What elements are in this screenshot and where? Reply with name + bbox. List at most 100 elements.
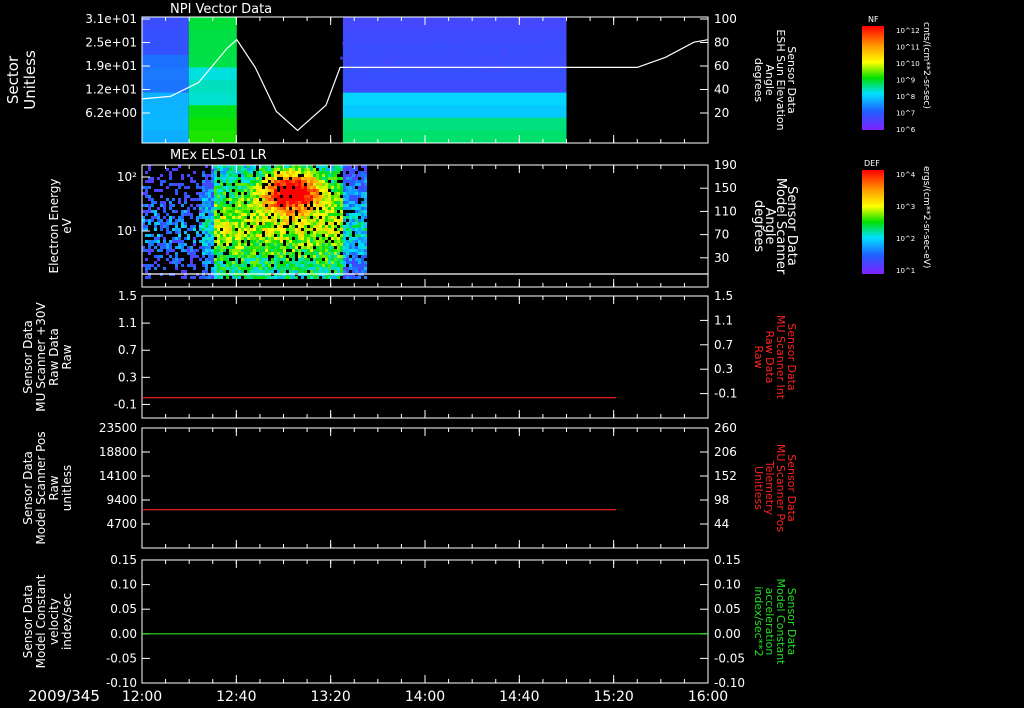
heatmap-cell — [340, 204, 343, 207]
heatmap-cell — [178, 237, 181, 240]
heatmap-cell — [226, 258, 229, 261]
heatmap-cell — [295, 231, 298, 234]
heatmap-cell — [208, 240, 211, 243]
heatmap-cell — [235, 249, 238, 252]
heatmap-cell — [319, 219, 322, 222]
heatmap-cell — [259, 249, 262, 252]
heatmap-cell — [241, 261, 244, 264]
heatmap-cell — [316, 270, 319, 273]
heatmap-cell — [265, 246, 268, 249]
heatmap-cell — [220, 255, 223, 258]
heatmap-cell — [259, 237, 262, 240]
heatmap-cell — [205, 237, 208, 240]
heatmap-cell — [355, 258, 358, 261]
heatmap-cell — [298, 177, 301, 180]
heatmap-cell — [316, 243, 319, 246]
heatmap-cell — [220, 231, 223, 234]
heatmap-cell — [181, 258, 184, 261]
heatmap-cell — [283, 213, 286, 216]
heatmap-cell — [265, 225, 268, 228]
heatmap-cell — [286, 261, 289, 264]
heatmap-cell — [331, 195, 334, 198]
heatmap-cell — [271, 216, 274, 219]
heatmap-cell — [277, 228, 280, 231]
heatmap-cell — [301, 264, 304, 267]
heatmap-cell — [322, 243, 325, 246]
heatmap-cell — [349, 195, 352, 198]
heatmap-cell — [250, 204, 253, 207]
heatmap-cell — [151, 240, 154, 243]
heatmap-cell — [337, 168, 340, 171]
heatmap-cell — [295, 243, 298, 246]
heatmap-cell — [259, 210, 262, 213]
heatmap-cell — [304, 258, 307, 261]
heatmap-cell — [166, 246, 169, 249]
heatmap-cell — [340, 186, 343, 189]
heatmap-cell — [343, 249, 346, 252]
heatmap-cell — [331, 225, 334, 228]
heatmap-cell — [328, 246, 331, 249]
heatmap-cell — [358, 261, 361, 264]
heatmap-cell — [352, 198, 355, 201]
heatmap-cell — [247, 237, 250, 240]
heatmap-speck — [437, 43, 440, 47]
heatmap-cell — [325, 270, 328, 273]
heatmap-cell — [154, 225, 157, 228]
heatmap-cell — [307, 210, 310, 213]
heatmap-cell — [268, 195, 271, 198]
time-tick-label: 15:20 — [593, 689, 633, 705]
heatmap-cell — [280, 180, 283, 183]
heatmap-cell — [337, 183, 340, 186]
heatmap-cell — [217, 207, 220, 210]
heatmap-cell — [355, 246, 358, 249]
heatmap-cell — [184, 243, 187, 246]
heatmap-cell — [307, 213, 310, 216]
heatmap-cell — [211, 237, 214, 240]
heatmap-cell — [334, 267, 337, 270]
heatmap-cell — [184, 210, 187, 213]
heatmap-cell — [226, 261, 229, 264]
heatmap-cell — [340, 249, 343, 252]
heatmap-cell — [352, 243, 355, 246]
heatmap-cell — [286, 183, 289, 186]
heatmap-cell — [238, 231, 241, 234]
heatmap-cell — [190, 276, 193, 279]
heatmap-cell — [352, 261, 355, 264]
heatmap-cell — [241, 204, 244, 207]
heatmap-cell — [301, 168, 304, 171]
heatmap-cell — [280, 174, 283, 177]
heatmap-cell — [355, 198, 358, 201]
heatmap-cell — [346, 195, 349, 198]
heatmap-cell — [217, 204, 220, 207]
heatmap-cell — [313, 234, 316, 237]
heatmap-cell — [295, 177, 298, 180]
heatmap-cell — [301, 189, 304, 192]
panel-4: 235001880014100940047002602061529844Sens… — [21, 421, 798, 549]
heatmap-cell — [199, 210, 202, 213]
panel-frame — [141, 295, 709, 419]
heatmap-cell — [337, 243, 340, 246]
heatmap-cell — [205, 258, 208, 261]
heatmap-cell — [319, 228, 322, 231]
heatmap-cell — [220, 171, 223, 174]
heatmap-cell — [208, 276, 211, 279]
heatmap-cell — [340, 219, 343, 222]
heatmap-cell — [340, 240, 343, 243]
heatmap-cell — [342, 67, 567, 81]
heatmap-cell — [247, 195, 250, 198]
heatmap-cell — [280, 270, 283, 273]
heatmap-cell — [322, 270, 325, 273]
heatmap-cell — [331, 180, 334, 183]
heatmap-cell — [187, 186, 190, 189]
heatmap-cell — [226, 210, 229, 213]
heatmap-cell — [211, 219, 214, 222]
heatmap-cell — [232, 219, 235, 222]
heatmap-cell — [289, 186, 292, 189]
heatmap-cell — [295, 219, 298, 222]
y-axis-label: velocity — [47, 598, 61, 645]
heatmap-cell — [160, 189, 163, 192]
nf-colorbar-unit: cnts/(cm**2-sr-sec) — [921, 22, 931, 109]
heatmap-cell — [241, 198, 244, 201]
heatmap-cell — [196, 249, 199, 252]
heatmap-cell — [274, 219, 277, 222]
